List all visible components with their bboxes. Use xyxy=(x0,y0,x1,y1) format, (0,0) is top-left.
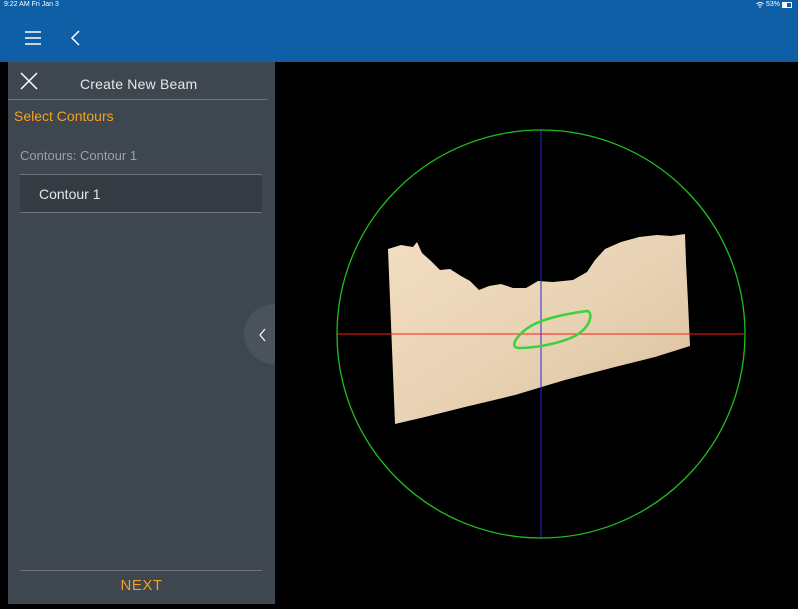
panel-title: Create New Beam xyxy=(80,76,198,92)
contours-summary: Contours: Contour 1 xyxy=(20,148,138,163)
step-label: Select Contours xyxy=(14,108,114,124)
status-right: 53% xyxy=(756,0,792,9)
footer-divider xyxy=(20,570,262,571)
contour-list-item[interactable]: Contour 1 xyxy=(20,174,262,213)
battery-percent: 53% xyxy=(765,1,780,8)
next-button[interactable]: NEXT xyxy=(8,577,275,594)
hamburger-menu-icon[interactable] xyxy=(24,29,48,53)
beam-view-canvas xyxy=(336,129,746,539)
back-button[interactable] xyxy=(68,29,92,53)
status-bar: 9:22 AM Fri Jan 3 53% xyxy=(0,0,798,9)
close-button[interactable] xyxy=(20,72,38,90)
chevron-left-icon xyxy=(70,30,80,46)
panel-header: Create New Beam xyxy=(8,62,268,100)
contour-item-label: Contour 1 xyxy=(39,186,101,202)
create-beam-panel: Create New Beam Select Contours Contours… xyxy=(8,62,284,604)
chevron-left-icon xyxy=(259,328,266,342)
wifi-icon xyxy=(756,1,764,8)
close-icon xyxy=(20,72,38,90)
surface-mesh xyxy=(388,234,690,424)
status-time: 9:22 AM Fri Jan 3 xyxy=(4,1,59,8)
3d-viewer[interactable] xyxy=(275,62,798,604)
top-navigation-bar xyxy=(0,9,798,62)
battery-icon xyxy=(782,1,792,8)
